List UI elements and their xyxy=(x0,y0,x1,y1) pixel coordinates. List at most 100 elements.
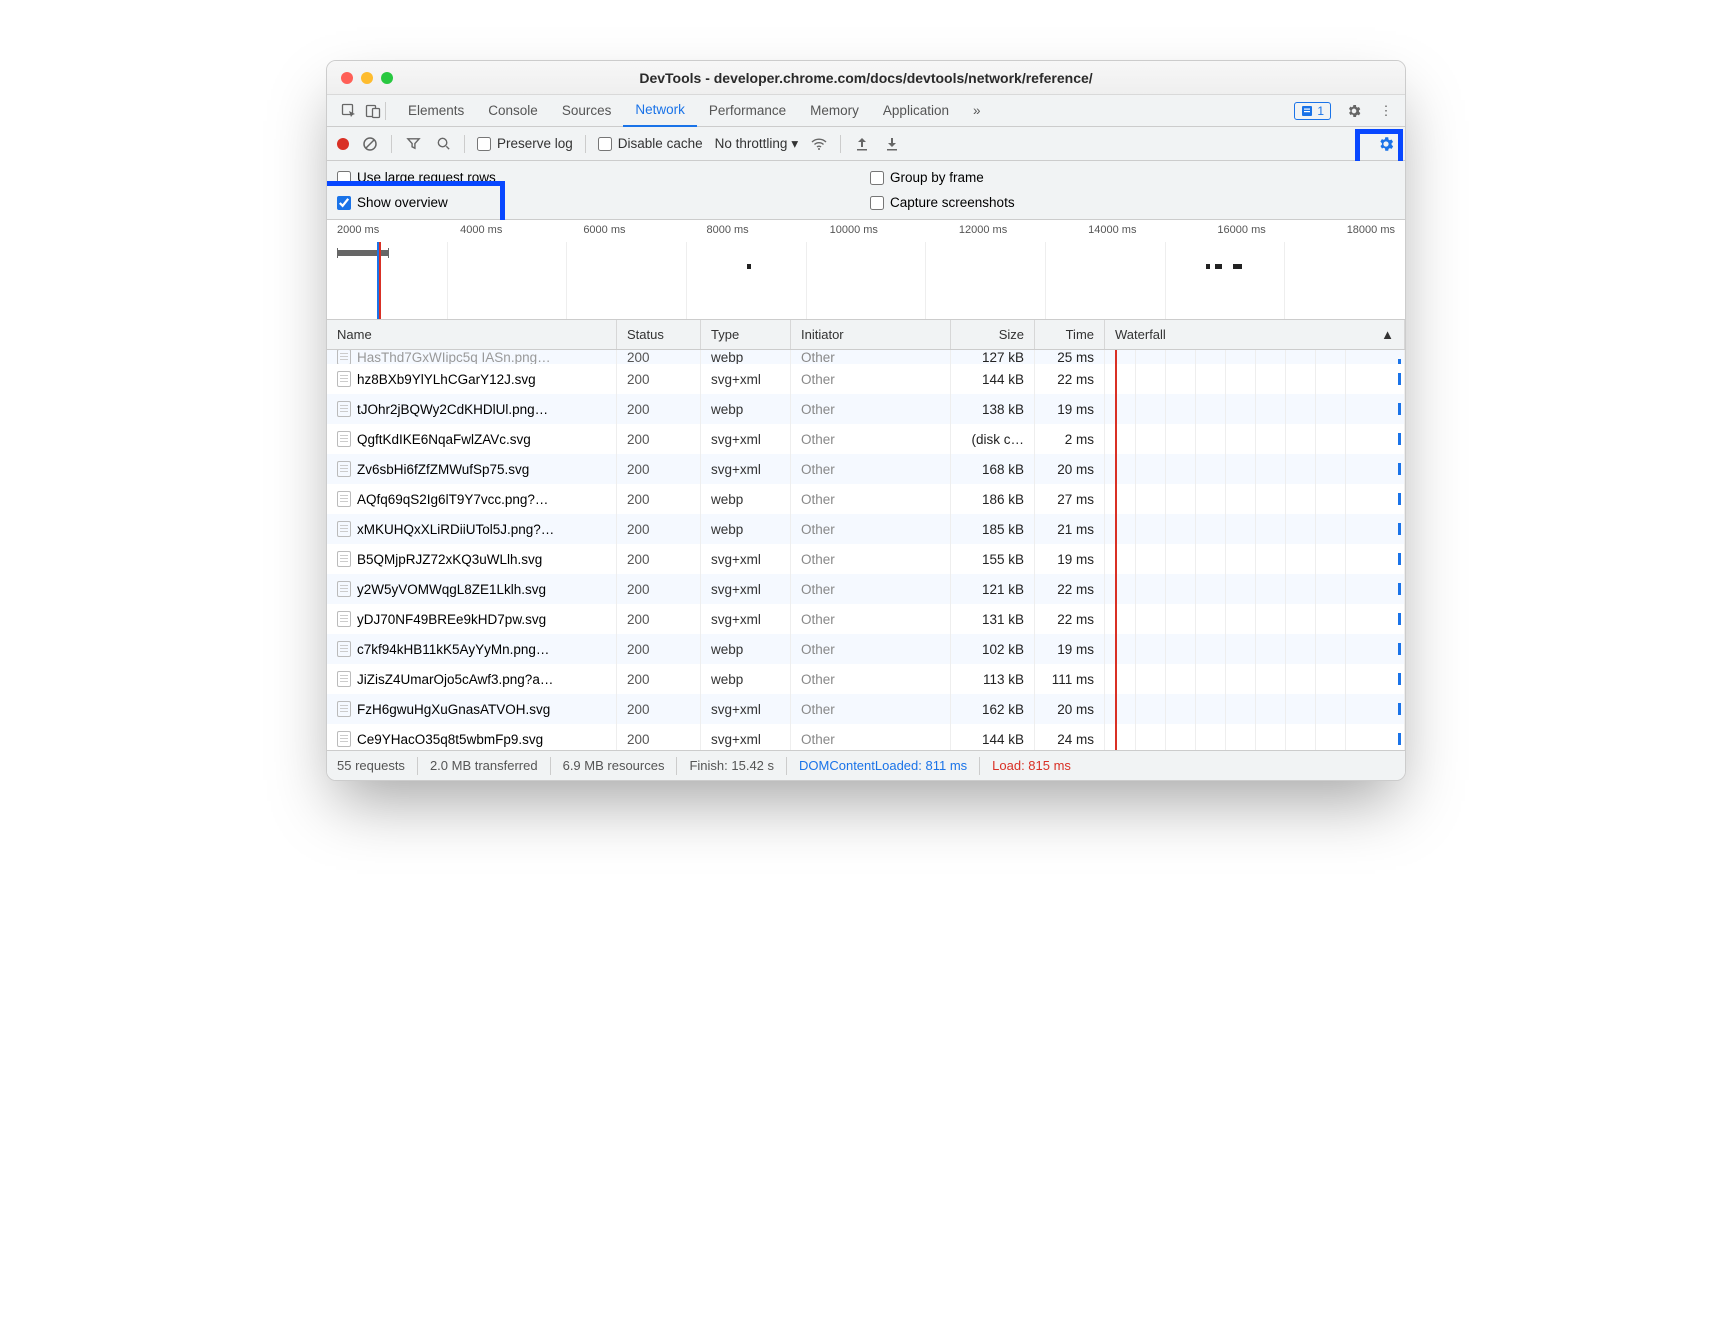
window-title: DevTools - developer.chrome.com/docs/dev… xyxy=(327,70,1405,86)
filter-icon[interactable] xyxy=(404,135,422,153)
close-window-button[interactable] xyxy=(341,72,353,84)
cell-time: 27 ms xyxy=(1035,484,1105,514)
cell-time: 19 ms xyxy=(1035,394,1105,424)
tab-performance[interactable]: Performance xyxy=(697,95,798,127)
cell-status: 200 xyxy=(617,694,701,724)
cell-status: 200 xyxy=(617,484,701,514)
tab-application[interactable]: Application xyxy=(871,95,961,127)
table-row[interactable]: yDJ70NF49BREe9kHD7pw.svg200svg+xmlOther1… xyxy=(327,604,1405,634)
cell-name: FzH6gwuHgXuGnasATVOH.svg xyxy=(327,694,617,724)
cell-waterfall xyxy=(1105,664,1405,694)
tab-network[interactable]: Network xyxy=(623,95,697,127)
table-row[interactable]: y2W5yVOMWqgL8ZE1Lklh.svg200svg+xmlOther1… xyxy=(327,574,1405,604)
capture-screenshots-checkbox[interactable]: Capture screenshots xyxy=(870,195,1395,210)
issues-chip[interactable]: 1 xyxy=(1294,102,1331,120)
table-row[interactable]: tJOhr2jBQWy2CdKHDlUl.png…200webpOther138… xyxy=(327,394,1405,424)
download-har-icon[interactable] xyxy=(883,135,901,153)
cell-status: 200 xyxy=(617,544,701,574)
cell-size: 138 kB xyxy=(951,394,1035,424)
table-header: Name Status Type Initiator Size Time Wat… xyxy=(327,320,1405,350)
cell-type: svg+xml xyxy=(701,364,791,394)
device-toolbar-icon[interactable] xyxy=(361,103,385,119)
status-transferred: 2.0 MB transferred xyxy=(418,757,551,775)
table-row[interactable]: Ce9YHacO35q8t5wbmFp9.svg200svg+xmlOther1… xyxy=(327,724,1405,750)
clear-button-icon[interactable] xyxy=(361,135,379,153)
settings-gear-icon[interactable] xyxy=(1345,102,1363,120)
file-icon xyxy=(337,581,351,597)
cell-waterfall xyxy=(1105,694,1405,724)
upload-har-icon[interactable] xyxy=(853,135,871,153)
table-row[interactable]: xMKUHQxXLiRDiiUTol5J.png?…200webpOther18… xyxy=(327,514,1405,544)
inspect-element-icon[interactable] xyxy=(337,103,361,119)
file-icon xyxy=(337,641,351,657)
table-row[interactable]: HasThd7GxWIipc5q IASn.png…200webpOther12… xyxy=(327,350,1405,364)
cell-initiator: Other xyxy=(791,724,951,750)
overview-timeline[interactable]: 2000 ms4000 ms6000 ms 8000 ms10000 ms120… xyxy=(327,220,1405,320)
col-name[interactable]: Name xyxy=(327,320,617,349)
throttling-select[interactable]: No throttling ▾ xyxy=(715,136,799,152)
tab-elements[interactable]: Elements xyxy=(396,95,476,127)
group-by-frame-checkbox[interactable]: Group by frame xyxy=(870,170,1395,185)
col-initiator[interactable]: Initiator xyxy=(791,320,951,349)
cell-type: svg+xml xyxy=(701,694,791,724)
cell-size: (disk c… xyxy=(951,424,1035,454)
show-overview-checkbox[interactable]: Show overview xyxy=(337,195,862,210)
table-row[interactable]: JiZisZ4UmarOjo5cAwf3.png?a…200webpOther1… xyxy=(327,664,1405,694)
cell-waterfall xyxy=(1105,350,1405,364)
cell-initiator: Other xyxy=(791,544,951,574)
cell-name: HasThd7GxWIipc5q IASn.png… xyxy=(327,350,617,364)
record-button[interactable] xyxy=(337,138,349,150)
cell-size: 162 kB xyxy=(951,694,1035,724)
preserve-log-checkbox[interactable]: Preserve log xyxy=(477,136,573,151)
table-row[interactable]: QgftKdIKE6NqaFwlZAVc.svg200svg+xmlOther(… xyxy=(327,424,1405,454)
cell-name: AQfq69qS2Ig6lT9Y7vcc.png?… xyxy=(327,484,617,514)
kebab-menu-icon[interactable]: ⋮ xyxy=(1377,102,1395,120)
tab-more[interactable]: » xyxy=(961,95,993,127)
network-settings-icon[interactable] xyxy=(1377,135,1395,153)
cell-time: 20 ms xyxy=(1035,454,1105,484)
table-row[interactable]: c7kf94kHB11kK5AyYyMn.png…200webpOther102… xyxy=(327,634,1405,664)
cell-type: svg+xml xyxy=(701,574,791,604)
col-status[interactable]: Status xyxy=(617,320,701,349)
maximize-window-button[interactable] xyxy=(381,72,393,84)
file-icon xyxy=(337,401,351,417)
cell-type: webp xyxy=(701,394,791,424)
table-row[interactable]: AQfq69qS2Ig6lT9Y7vcc.png?…200webpOther18… xyxy=(327,484,1405,514)
cell-status: 200 xyxy=(617,514,701,544)
devtools-window: DevTools - developer.chrome.com/docs/dev… xyxy=(326,60,1406,781)
cell-type: webp xyxy=(701,634,791,664)
tab-memory[interactable]: Memory xyxy=(798,95,871,127)
cell-type: svg+xml xyxy=(701,724,791,750)
cell-size: 131 kB xyxy=(951,604,1035,634)
network-conditions-icon[interactable] xyxy=(810,135,828,153)
status-load: Load: 815 ms xyxy=(980,757,1083,775)
file-icon xyxy=(337,461,351,477)
cell-name: QgftKdIKE6NqaFwlZAVc.svg xyxy=(327,424,617,454)
minimize-window-button[interactable] xyxy=(361,72,373,84)
table-row[interactable]: Zv6sbHi6fZfZMWufSp75.svg200svg+xmlOther1… xyxy=(327,454,1405,484)
status-dcl: DOMContentLoaded: 811 ms xyxy=(787,757,980,775)
tab-console[interactable]: Console xyxy=(476,95,550,127)
cell-status: 200 xyxy=(617,394,701,424)
col-size[interactable]: Size xyxy=(951,320,1035,349)
disable-cache-checkbox[interactable]: Disable cache xyxy=(598,136,703,151)
separator xyxy=(385,102,386,120)
large-rows-checkbox[interactable]: Use large request rows xyxy=(337,170,862,185)
col-waterfall[interactable]: Waterfall▲ xyxy=(1105,320,1405,349)
status-requests: 55 requests xyxy=(337,757,418,775)
file-icon xyxy=(337,551,351,567)
cell-waterfall xyxy=(1105,604,1405,634)
cell-time: 25 ms xyxy=(1035,350,1105,364)
tab-sources[interactable]: Sources xyxy=(550,95,624,127)
table-row[interactable]: FzH6gwuHgXuGnasATVOH.svg200svg+xmlOther1… xyxy=(327,694,1405,724)
table-row[interactable]: hz8BXb9YlYLhCGarY12J.svg200svg+xmlOther1… xyxy=(327,364,1405,394)
cell-size: 113 kB xyxy=(951,664,1035,694)
cell-initiator: Other xyxy=(791,484,951,514)
search-icon[interactable] xyxy=(434,135,452,153)
col-time[interactable]: Time xyxy=(1035,320,1105,349)
cell-status: 200 xyxy=(617,364,701,394)
col-type[interactable]: Type xyxy=(701,320,791,349)
table-row[interactable]: B5QMjpRJZ72xKQ3uWLlh.svg200svg+xmlOther1… xyxy=(327,544,1405,574)
cell-waterfall xyxy=(1105,454,1405,484)
file-icon xyxy=(337,701,351,717)
